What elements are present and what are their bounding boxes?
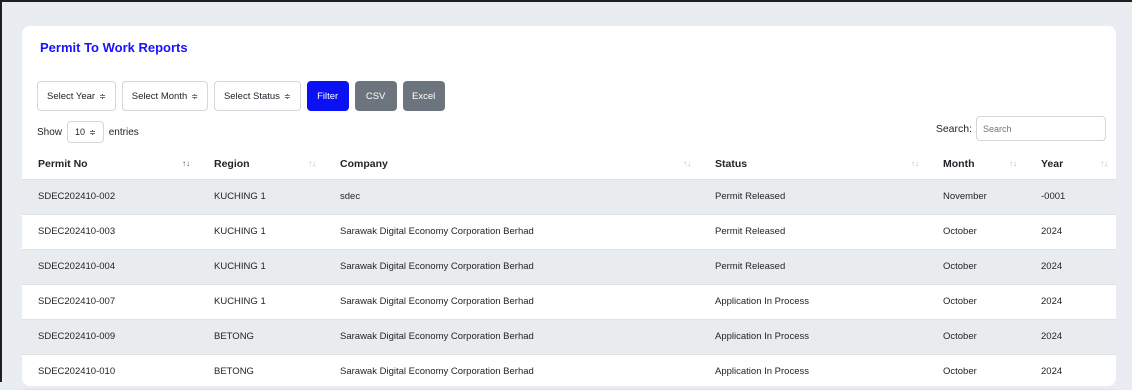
report-card: Permit To Work Reports Select Year ≑ Sel… (22, 26, 1116, 390)
cell-status: Application In Process (699, 284, 927, 320)
permit-table: Permit No ↑↓ Region ↑↓ Company ↑↓ Status ↑↓ … (22, 149, 1116, 390)
cell-region: KUCHING 1 (198, 284, 324, 320)
cell-status: Application In Process (699, 319, 927, 355)
select-arrow-icon: ≑ (99, 91, 106, 101)
cell-year: 2024 (1025, 249, 1116, 285)
cell-status: Permit Released (699, 249, 927, 285)
cell-region: KUCHING 1 (198, 179, 324, 215)
column-header-year[interactable]: Year ↑↓ (1025, 149, 1116, 180)
cell-company: Sarawak Digital Economy Corporation Berh… (324, 249, 699, 285)
entries-select[interactable]: 10 ≑ (67, 121, 104, 143)
page-title: Permit To Work Reports (40, 40, 188, 55)
cell-region: BETONG (198, 319, 324, 355)
entries-label: entries (108, 126, 139, 138)
column-header-permit-no[interactable]: Permit No ↑↓ (22, 149, 198, 180)
cell-region: KUCHING 1 (198, 249, 324, 285)
month-select-label: Select Month (131, 90, 188, 102)
cell-company: Sarawak Digital Economy Corporation Berh… (324, 214, 699, 250)
sort-icon: ↑↓ (308, 159, 316, 168)
search-label: Search: (935, 122, 972, 135)
cell-region: BETONG (198, 354, 324, 390)
cell-permit-no: SDEC202410-010 (22, 354, 198, 390)
filter-button[interactable]: Filter (306, 81, 349, 111)
sort-icon: ↑↓ (1100, 159, 1108, 168)
cell-month: October (927, 354, 1025, 390)
cell-company: sdec (324, 179, 699, 215)
cell-month: October (927, 214, 1025, 250)
status-select-label: Select Status (223, 90, 280, 102)
entries-length: Show 10 ≑ entries (37, 121, 139, 143)
cell-region: KUCHING 1 (198, 214, 324, 250)
cell-month: October (927, 249, 1025, 285)
filter-bar: Select Year ≑ Select Month ≑ Select Stat… (37, 81, 451, 111)
select-arrow-icon: ≑ (283, 91, 291, 101)
select-arrow-icon: ≑ (89, 127, 96, 137)
cell-permit-no: SDEC202410-009 (22, 319, 198, 355)
excel-button[interactable]: Excel (402, 81, 445, 111)
select-arrow-icon: ≑ (191, 91, 198, 101)
year-select-label: Select Year (47, 90, 96, 102)
cell-month: November (927, 179, 1025, 215)
cell-year: 2024 (1025, 354, 1116, 390)
status-select[interactable]: Select Status ≑ (213, 81, 301, 111)
table-row: SDEC202410-004 KUCHING 1 Sarawak Digital… (22, 249, 1116, 285)
cell-year: 2024 (1025, 319, 1116, 355)
column-header-company[interactable]: Company ↑↓ (324, 149, 699, 180)
search-input[interactable] (976, 116, 1106, 141)
cell-status: Permit Released (699, 179, 927, 215)
table-row: SDEC202410-003 KUCHING 1 Sarawak Digital… (22, 214, 1116, 250)
sort-asc-icon: ↑↓ (182, 159, 190, 168)
cell-month: October (927, 284, 1025, 320)
cell-permit-no: SDEC202410-004 (22, 249, 198, 285)
show-label: Show (37, 126, 63, 138)
entries-value: 10 (75, 127, 86, 137)
table-row: SDEC202410-010 BETONG Sarawak Digital Ec… (22, 354, 1116, 390)
cell-year: 2024 (1025, 214, 1116, 250)
column-header-region[interactable]: Region ↑↓ (198, 149, 324, 180)
cell-permit-no: SDEC202410-002 (22, 179, 198, 215)
cell-status: Permit Released (699, 214, 927, 250)
cell-status: Application In Process (699, 354, 927, 390)
cell-company: Sarawak Digital Economy Corporation Berh… (324, 319, 699, 355)
cell-company: Sarawak Digital Economy Corporation Berh… (324, 354, 699, 390)
cell-year: -0001 (1025, 179, 1116, 215)
cell-permit-no: SDEC202410-007 (22, 284, 198, 320)
year-select[interactable]: Select Year ≑ (37, 81, 116, 111)
table-row: SDEC202410-007 KUCHING 1 Sarawak Digital… (22, 284, 1116, 320)
cell-company: Sarawak Digital Economy Corporation Berh… (324, 284, 699, 320)
sort-icon: ↑↓ (683, 159, 691, 168)
table-row: SDEC202410-002 KUCHING 1 sdec Permit Rel… (22, 179, 1116, 215)
csv-button[interactable]: CSV (354, 81, 397, 111)
cell-permit-no: SDEC202410-003 (22, 214, 198, 250)
column-header-status[interactable]: Status ↑↓ (699, 149, 927, 180)
cell-month: October (927, 319, 1025, 355)
search-box: Search: (936, 116, 1106, 141)
table-row: SDEC202410-009 BETONG Sarawak Digital Ec… (22, 319, 1116, 355)
sort-icon: ↑↓ (911, 159, 919, 168)
table-header-row: Permit No ↑↓ Region ↑↓ Company ↑↓ Status ↑↓ … (22, 149, 1116, 180)
cell-year: 2024 (1025, 284, 1116, 320)
sort-icon: ↑↓ (1009, 159, 1017, 168)
month-select[interactable]: Select Month ≑ (121, 81, 208, 111)
column-header-month[interactable]: Month ↑↓ (927, 149, 1025, 180)
